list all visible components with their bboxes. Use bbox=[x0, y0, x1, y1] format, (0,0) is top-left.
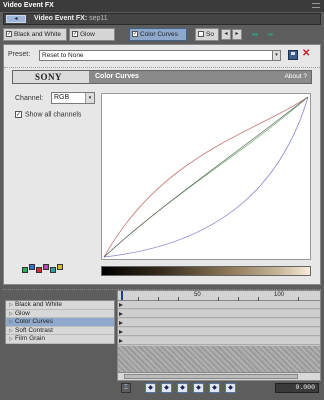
plugin-panel: Preset: Reset to None ▾ ✕ SONY Color Cur… bbox=[3, 44, 321, 285]
video-event-fx-window: Video Event FX ◂ Video Event FX: sep11 ✓… bbox=[0, 0, 324, 400]
plugin-name: Color Curves bbox=[95, 73, 139, 80]
red-cube-icon[interactable] bbox=[36, 267, 42, 273]
plugin-chain-icon[interactable]: ⇹ bbox=[249, 30, 261, 39]
green-curve bbox=[103, 96, 309, 258]
window-titlebar[interactable]: Video Event FX bbox=[0, 0, 324, 12]
show-all-channels-checkbox[interactable]: ✓ Show all channels bbox=[15, 111, 81, 118]
tone-gradient-bar bbox=[101, 266, 311, 276]
chain-item-glow[interactable]: ✓ Glow bbox=[69, 28, 115, 41]
blue-curve bbox=[103, 96, 309, 258]
keyframe-marker-icon[interactable] bbox=[119, 339, 123, 343]
checkbox-icon[interactable]: ✓ bbox=[6, 31, 12, 38]
list-item-label: Black and White bbox=[15, 301, 62, 308]
checkbox-icon[interactable] bbox=[198, 31, 204, 38]
add-keyframe-button[interactable]: ◆ bbox=[177, 383, 188, 393]
list-item-label: Glow bbox=[15, 309, 30, 317]
ruler-mark: 100 bbox=[274, 292, 285, 298]
channel-label: Channel: bbox=[15, 95, 44, 102]
event-label: Video Event FX: sep11 bbox=[34, 14, 108, 24]
keyframe-marker-icon[interactable] bbox=[119, 312, 123, 316]
delete-keyframe-button[interactable]: ◆ bbox=[193, 383, 204, 393]
first-keyframe-button[interactable]: ◆ bbox=[145, 383, 156, 393]
keyframe-track[interactable] bbox=[118, 337, 320, 345]
list-item-label: Soft Contrast bbox=[15, 326, 53, 334]
delete-preset-icon[interactable]: ✕ bbox=[302, 48, 310, 59]
list-item[interactable]: ▷ Glow bbox=[6, 309, 114, 318]
event-name: sep11 bbox=[89, 15, 108, 22]
chain-item-black-and-white[interactable]: ✓ Black and White bbox=[3, 28, 67, 41]
curve-editor[interactable] bbox=[101, 93, 311, 260]
back-arrow-icon[interactable]: ◂ bbox=[6, 15, 26, 23]
chevron-down-icon[interactable]: ▾ bbox=[85, 93, 94, 103]
checkbox-icon[interactable]: ✓ bbox=[15, 111, 22, 118]
keyframe-track[interactable] bbox=[118, 328, 320, 336]
keyframe-marker-icon[interactable] bbox=[119, 303, 123, 307]
chain-item-label: So bbox=[206, 31, 214, 38]
chain-item-soft-contrast[interactable]: So bbox=[195, 28, 219, 41]
divider bbox=[4, 67, 320, 68]
keyframe-marker-icon[interactable] bbox=[119, 330, 123, 334]
grip-icon[interactable] bbox=[312, 3, 320, 8]
preset-input[interactable]: Reset to None bbox=[39, 50, 273, 61]
chain-item-label: Glow bbox=[80, 31, 95, 38]
checkbox-icon[interactable]: ✓ bbox=[132, 31, 138, 38]
list-item[interactable]: ▷ Color Curves bbox=[6, 318, 114, 327]
playhead-cursor[interactable] bbox=[121, 291, 123, 300]
sony-logo: SONY bbox=[13, 71, 89, 83]
cyan-cube-icon[interactable] bbox=[50, 267, 56, 273]
timecode-field[interactable]: 0.000 bbox=[275, 383, 319, 393]
checkbox-icon[interactable]: ✓ bbox=[72, 31, 78, 38]
prev-keyframe-button[interactable]: ◆ bbox=[161, 383, 172, 393]
event-prefix: Video Event FX: bbox=[34, 15, 88, 22]
timeline-ruler[interactable]: 50 100 bbox=[118, 291, 320, 301]
keyframe-track[interactable] bbox=[118, 310, 320, 318]
chain-next-button[interactable]: ▸ bbox=[232, 29, 242, 40]
list-item-label: Color Curves bbox=[15, 318, 53, 325]
chain-prev-button[interactable]: ◂ bbox=[221, 29, 231, 40]
channel-value: RGB bbox=[54, 94, 70, 101]
preset-label: Preset: bbox=[8, 51, 31, 58]
timeline-scrollbar[interactable] bbox=[118, 372, 320, 380]
last-keyframe-button[interactable]: ◆ bbox=[225, 383, 236, 393]
channel-select[interactable]: RGB ▾ bbox=[51, 92, 95, 104]
fx-track-list: ▷ Black and White ▷ Glow ▷ Color Curves ▷ So… bbox=[5, 300, 115, 344]
sync-cursor-icon[interactable]: ⌶ bbox=[121, 383, 131, 393]
green-cube-icon[interactable] bbox=[22, 267, 28, 273]
event-header: ◂ Video Event FX: sep11 bbox=[3, 13, 321, 25]
red-curve bbox=[103, 96, 309, 258]
keyframe-track[interactable] bbox=[118, 319, 320, 327]
preset-row: Preset: Reset to None ▾ ✕ bbox=[4, 45, 320, 67]
list-item[interactable]: ▷ Film Grain bbox=[6, 335, 114, 344]
chain-item-label: Black and White bbox=[14, 31, 61, 38]
save-preset-icon[interactable] bbox=[288, 50, 298, 60]
curve-graph[interactable] bbox=[102, 94, 310, 259]
keyframe-track[interactable] bbox=[118, 301, 320, 309]
window-title: Video Event FX bbox=[3, 2, 54, 9]
list-item[interactable]: ▷ Soft Contrast bbox=[6, 326, 114, 335]
show-all-label: Show all channels bbox=[25, 111, 82, 119]
scrollbar-thumb[interactable] bbox=[124, 374, 298, 379]
remove-plugin-icon[interactable]: ⇸ bbox=[264, 30, 276, 39]
list-item[interactable]: ▷ Black and White bbox=[6, 301, 114, 310]
plugin-header: SONY Color Curves About ? bbox=[12, 70, 312, 84]
keyframe-timeline[interactable]: 50 100 bbox=[117, 290, 321, 381]
channel-cubes-icon[interactable] bbox=[20, 263, 80, 277]
ruler-mark: 50 bbox=[194, 292, 201, 298]
yellow-cube-icon[interactable] bbox=[57, 264, 63, 270]
plugin-chain: ✓ Black and White ✓ Glow ✓ Color Curves So … bbox=[3, 28, 321, 42]
rgb-curve bbox=[103, 96, 309, 258]
blue-cube-icon[interactable] bbox=[29, 264, 35, 270]
about-button[interactable]: About ? bbox=[285, 71, 307, 83]
empty-track-area bbox=[118, 346, 320, 372]
chain-item-color-curves[interactable]: ✓ Color Curves bbox=[129, 28, 187, 41]
keyframe-area: ▷ Black and White ▷ Glow ▷ Color Curves ▷ So… bbox=[3, 289, 321, 397]
chain-item-label: Color Curves bbox=[140, 31, 178, 38]
keyframe-toolbar: ⌶ ◆ ◆ ◆ ◆ ◆ ◆ 0.000 bbox=[117, 381, 321, 395]
keyframe-marker-icon[interactable] bbox=[119, 321, 123, 325]
list-item-label: Film Grain bbox=[15, 335, 45, 342]
preset-dropdown-button[interactable]: ▾ bbox=[272, 50, 281, 61]
next-keyframe-button[interactable]: ◆ bbox=[209, 383, 220, 393]
magenta-cube-icon[interactable] bbox=[43, 264, 49, 270]
